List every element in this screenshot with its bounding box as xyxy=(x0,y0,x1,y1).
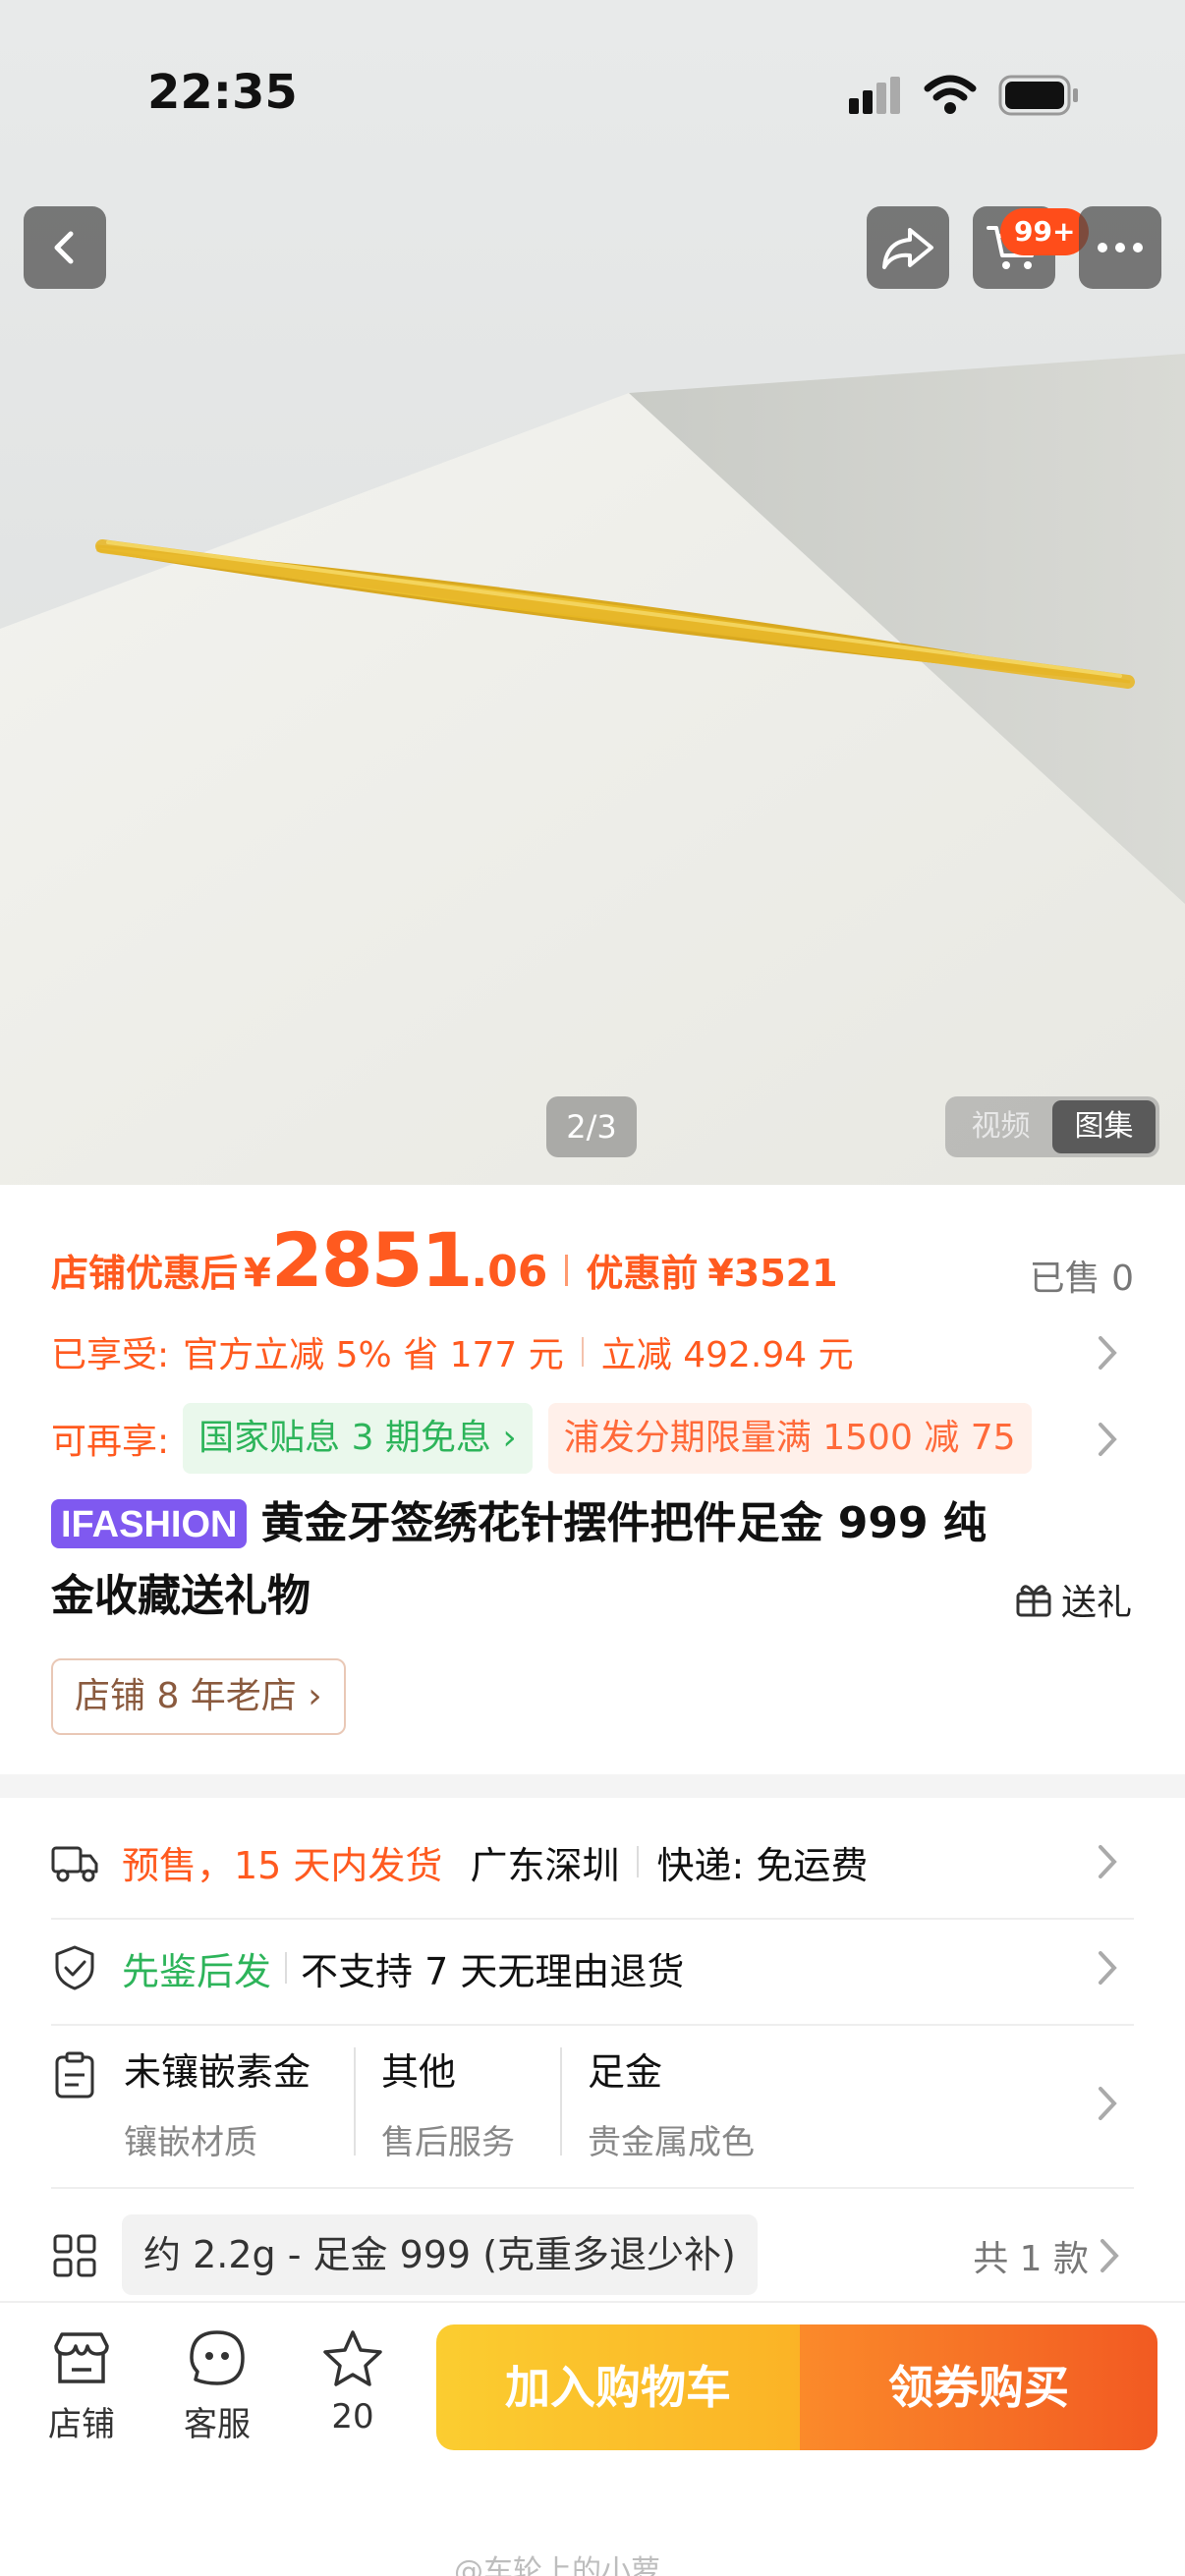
attr-inlay-material: 未镶嵌素金 镶嵌材质 xyxy=(124,2042,310,2163)
service-row[interactable]: 先鉴后发 不支持 7 天无理由退货 xyxy=(51,1935,1134,2000)
chevron-right-icon xyxy=(1100,2239,1119,2272)
chevron-left-icon xyxy=(54,231,74,264)
chevron-right-icon xyxy=(1099,1423,1117,1456)
store-age-tag[interactable]: 店铺 8 年老店 › xyxy=(51,1658,346,1735)
currency-symbol: ¥ xyxy=(244,1251,271,1296)
express-info: 快递: 免运费 xyxy=(656,1843,869,1887)
enjoyed-promos-row[interactable]: 已享受: 官方立减 5% 省 177 元 立减 492.94 元 xyxy=(51,1324,1134,1379)
star-icon xyxy=(323,2330,382,2386)
share-icon xyxy=(882,228,933,269)
store-icon xyxy=(54,2332,109,2383)
title-line-1: 黄金牙签绣花针摆件把件足金 999 纯 xyxy=(260,1498,987,1548)
price-integer: 2851 xyxy=(270,1216,474,1304)
presale-text: 预售，15 天内发货 xyxy=(122,1843,443,1887)
inspect-first-label: 先鉴后发 xyxy=(122,1949,272,1993)
battery-icon xyxy=(998,75,1078,116)
attr-metal-purity: 足金 贵金属成色 xyxy=(588,2042,755,2163)
title-line-2: 金收藏送礼物 xyxy=(51,1571,310,1621)
before-label: 优惠前 xyxy=(586,1252,699,1295)
promo-tag-interest-free[interactable]: 国家贴息 3 期免息 › xyxy=(183,1403,533,1474)
chevron-right-icon xyxy=(1099,1951,1117,1985)
attr-value: 其他 xyxy=(381,2050,457,2094)
ship-location: 广东深圳 xyxy=(470,1843,620,1887)
store-tab-label: 店铺 xyxy=(48,2405,115,2444)
wifi-icon xyxy=(924,75,977,114)
row-divider xyxy=(51,2024,1134,2026)
promo-tag-installment[interactable]: 浦发分期限量满 1500 减 75 xyxy=(547,1403,1032,1474)
more-dots-icon xyxy=(1098,243,1143,252)
price-separator xyxy=(565,1255,569,1286)
attr-label: 售后服务 xyxy=(381,2123,515,2162)
grid-icon xyxy=(53,2234,96,2277)
section-divider xyxy=(0,1774,1185,1798)
truck-icon xyxy=(51,1846,98,1882)
gift-button[interactable]: 送礼 xyxy=(1014,1574,1132,1625)
attr-after-sales: 其他 售后服务 xyxy=(381,2042,515,2163)
enjoyed-promo-2: 立减 492.94 元 xyxy=(600,1335,854,1375)
clipboard-icon xyxy=(55,2051,94,2099)
status-time: 22:35 xyxy=(147,65,298,120)
customer-service-tab[interactable]: 客服 xyxy=(163,2328,271,2445)
sold-count: 已售 0 xyxy=(1029,1259,1134,1299)
product-image-gallery[interactable]: 22:35 99+ 2/3 视频 图集 xyxy=(0,0,1185,1185)
product-title: IFASHION 黄金牙签绣花针摆件把件足金 999 纯 金收藏送礼物 xyxy=(51,1487,1142,1633)
return-policy: 不支持 7 天无理由退货 xyxy=(301,1949,685,1993)
store-discount-label: 店铺优惠后 xyxy=(51,1252,239,1295)
separator xyxy=(285,1952,288,1984)
row-divider xyxy=(51,2187,1134,2189)
image-counter: 2/3 xyxy=(546,1096,637,1157)
enjoyed-label: 已享受: xyxy=(51,1335,170,1375)
separator xyxy=(560,2047,562,2156)
attr-label: 贵金属成色 xyxy=(588,2123,755,2162)
separator xyxy=(637,1846,640,1877)
price-decimal: .06 xyxy=(471,1247,548,1297)
attr-value: 足金 xyxy=(588,2050,663,2094)
sku-count-label: 共 1 款 xyxy=(973,2239,1089,2279)
favorite-tab[interactable]: 20 xyxy=(299,2328,407,2436)
product-page: 22:35 99+ 2/3 视频 图集 店铺优惠后 ¥ 2851 .06 优惠前… xyxy=(0,0,1185,2576)
separator xyxy=(354,2047,356,2156)
attr-label: 镶嵌材质 xyxy=(124,2123,257,2162)
buy-with-coupon-button[interactable]: 领券购买 xyxy=(800,2324,1157,2450)
before-price: ¥3521 xyxy=(707,1252,838,1295)
signal-icon xyxy=(849,77,900,114)
share-button[interactable] xyxy=(867,206,949,289)
chevron-right-icon xyxy=(1099,2087,1117,2120)
tab-gallery[interactable]: 图集 xyxy=(1052,1100,1156,1153)
customer-service-label: 客服 xyxy=(184,2405,251,2444)
enjoyed-promo-1: 官方立减 5% 省 177 元 xyxy=(183,1335,564,1375)
shield-check-icon xyxy=(55,1945,94,1990)
back-button[interactable] xyxy=(24,206,106,289)
attributes-row[interactable]: 未镶嵌素金 镶嵌材质 其他 售后服务 足金 贵金属成色 xyxy=(51,2042,1134,2169)
row-divider xyxy=(51,1918,1134,1920)
gift-label: 送礼 xyxy=(1061,1583,1133,1623)
sku-spec-chip[interactable]: 约 2.2g - 足金 999 (克重多退少补) xyxy=(122,2214,758,2295)
favorite-count: 20 xyxy=(331,2397,374,2436)
add-to-cart-button[interactable]: 加入购物车 xyxy=(436,2324,800,2450)
media-toggle: 视频 图集 xyxy=(945,1096,1159,1157)
store-tab[interactable]: 店铺 xyxy=(28,2328,136,2445)
chevron-right-icon xyxy=(1099,1845,1117,1878)
product-photo xyxy=(0,0,1185,1185)
chevron-right-icon xyxy=(1099,1336,1117,1370)
more-button[interactable] xyxy=(1079,206,1161,289)
more-promos-label: 可再享: xyxy=(51,1422,170,1462)
shipping-row[interactable]: 预售，15 天内发货 广东深圳 快递: 免运费 xyxy=(51,1829,1134,1894)
gift-icon xyxy=(1016,1585,1051,1617)
tab-video[interactable]: 视频 xyxy=(949,1100,1052,1153)
sku-count[interactable]: 共 1 款 xyxy=(973,2230,1122,2281)
chat-face-icon xyxy=(190,2330,245,2385)
more-promos-row[interactable]: 可再享: 国家贴息 3 期免息 › 浦发分期限量满 1500 减 75 xyxy=(51,1403,1134,1474)
cart-count-badge: 99+ xyxy=(1000,208,1090,255)
brand-badge: IFASHION xyxy=(51,1499,248,1548)
promo-separator xyxy=(581,1337,584,1367)
attr-value: 未镶嵌素金 xyxy=(124,2050,311,2094)
price-row: 店铺优惠后 ¥ 2851 .06 优惠前 ¥3521 xyxy=(51,1216,838,1305)
watermark: @车轮上的小萝 xyxy=(454,2554,660,2576)
